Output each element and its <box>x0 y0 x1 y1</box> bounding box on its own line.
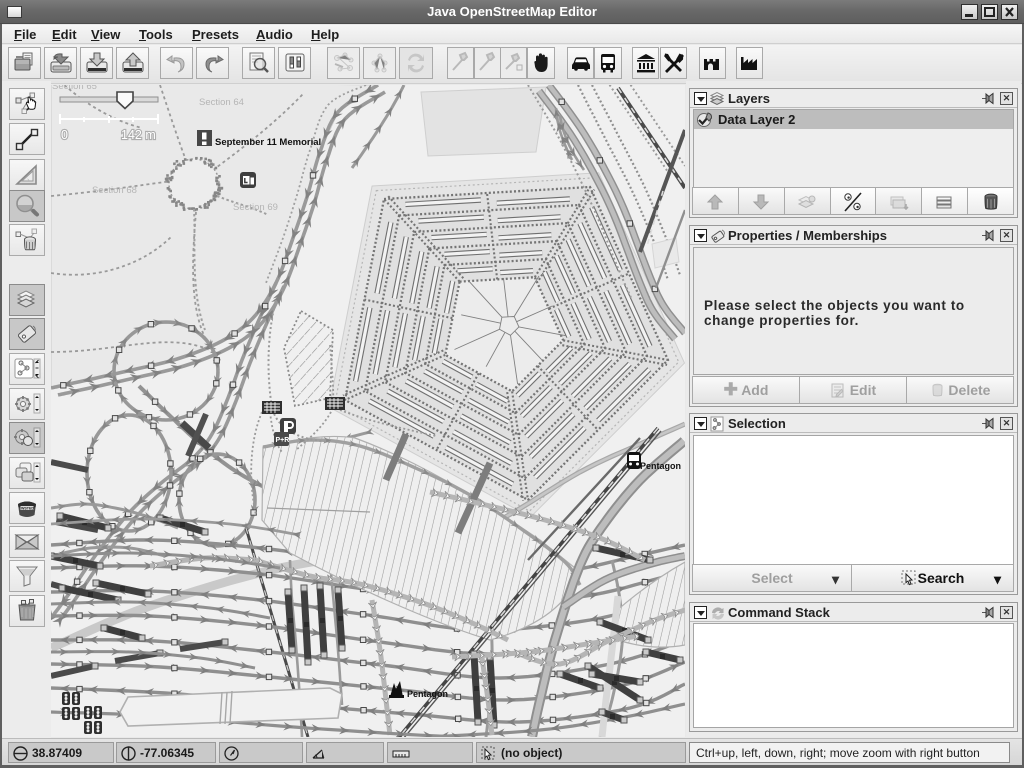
svg-text:WSTED: WSTED <box>21 506 34 510</box>
